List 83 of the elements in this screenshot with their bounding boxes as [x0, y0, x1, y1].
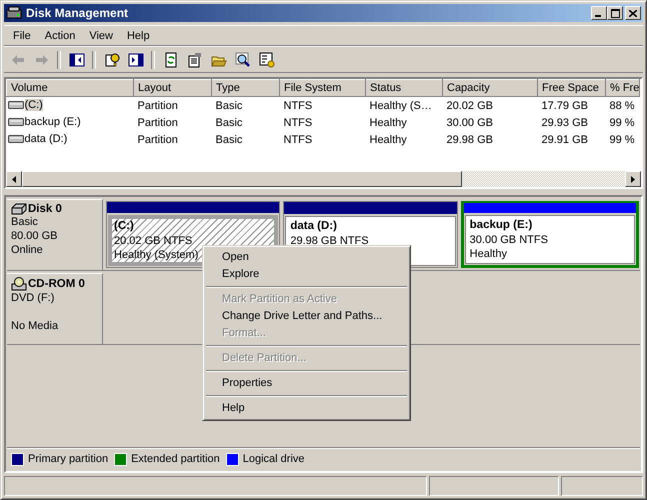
- partition-status: Healthy (System): [114, 248, 198, 262]
- table-cell-text: 99 %: [608, 116, 636, 130]
- help-icon: [104, 52, 120, 68]
- drive-icon: [8, 116, 24, 126]
- drive-icon: [8, 100, 24, 110]
- disk-info: 80.00 GB: [11, 229, 58, 243]
- column-header[interactable]: % Fre: [606, 80, 640, 96]
- right-arrow-icon: [631, 176, 635, 182]
- table-cell-text: 99 %: [608, 132, 636, 148]
- maximize-button[interactable]: [607, 6, 623, 20]
- partition-name: backup (E:): [470, 218, 534, 233]
- maximize-icon: [610, 8, 620, 18]
- partition-status: Healthy: [470, 247, 507, 261]
- disk-name: Disk 0: [28, 203, 62, 215]
- horizontal-scrollbar[interactable]: [6, 171, 641, 187]
- column-header[interactable]: File System: [280, 80, 366, 96]
- partition-size: 30.00 GB NTFS: [470, 233, 548, 247]
- column-header[interactable]: Type: [212, 80, 280, 96]
- disk-info: Online: [11, 243, 44, 257]
- disk-info: No Media: [11, 319, 60, 333]
- search-icon: [234, 52, 250, 68]
- table-cell: Healthy (S…: [366, 96, 442, 114]
- pane-toggle-icon: [128, 52, 144, 68]
- legend-label: Extended partition: [131, 453, 220, 465]
- table-cell: data (D:): [6, 131, 134, 148]
- close-icon: [629, 10, 637, 16]
- table-cell: Partition: [134, 96, 212, 114]
- table-cell-text: 29.93 GB: [540, 116, 589, 130]
- extended-partition-frame[interactable]: backup (E:) 30.00 GB NTFS Healthy: [460, 201, 639, 268]
- column-header[interactable]: Volume: [6, 80, 134, 96]
- table-cell-text: Healthy: [368, 132, 408, 148]
- window-title: Disk Management: [26, 6, 130, 20]
- partition-size: 20.02 GB NTFS: [114, 234, 192, 248]
- table-cell-text: Partition: [136, 116, 179, 130]
- table-cell: backup (E:): [6, 114, 134, 131]
- menu-item[interactable]: Help: [205, 400, 408, 417]
- column-header[interactable]: Free Space: [538, 80, 606, 96]
- partition-size: 29.98 GB NTFS: [290, 234, 369, 248]
- partition-name: data (D:): [290, 219, 338, 234]
- disk-icon: [6, 5, 22, 21]
- legend-label: Logical drive: [242, 453, 305, 465]
- table-cell: Basic: [212, 96, 280, 114]
- column-header[interactable]: Layout: [134, 80, 212, 96]
- table-cell-text: NTFS: [282, 132, 314, 148]
- table-cell-text: NTFS: [282, 116, 314, 130]
- table-cell-text: 29.98 GB: [446, 132, 494, 148]
- table-cell-text: Partition: [136, 132, 179, 148]
- menu-item[interactable]: File: [6, 30, 38, 42]
- table-cell: (C:): [6, 96, 134, 114]
- table-cell: 88 %: [606, 96, 640, 114]
- close-button[interactable]: [625, 6, 641, 20]
- menu-item[interactable]: Properties: [205, 375, 408, 392]
- disk-info: DVD (F:): [11, 291, 56, 305]
- minimize-button[interactable]: [591, 6, 607, 20]
- disk-info: Basic: [11, 215, 39, 229]
- table-cell-text: Healthy: [368, 116, 408, 130]
- disk-label-panel[interactable]: CD-ROM 0 DVD (F:) No Media: [7, 273, 103, 344]
- properties-icon: [186, 52, 202, 68]
- hard-disk-icon: [11, 203, 27, 215]
- column-header[interactable]: Status: [366, 80, 442, 96]
- column-header[interactable]: Capacity: [442, 80, 538, 96]
- disk-name: CD-ROM 0: [28, 278, 85, 290]
- table-cell-text: 30.00 GB: [446, 116, 494, 130]
- drive-icon: [8, 134, 24, 144]
- table-cell-text: 29.91 GB: [540, 132, 589, 148]
- menu-item[interactable]: Explore: [205, 266, 408, 283]
- table-cell: NTFS: [280, 96, 366, 114]
- partition-name: (C:): [114, 219, 135, 234]
- document-icon: [258, 52, 274, 68]
- menu-item[interactable]: Change Drive Letter and Paths...: [205, 308, 408, 325]
- pane-toggle-icon: [68, 52, 84, 68]
- menu-item[interactable]: Help: [120, 30, 157, 42]
- menu-item[interactable]: Action: [38, 30, 82, 42]
- cd-drive-icon: [11, 277, 27, 291]
- disk-label-panel[interactable]: Disk 0 Basic 80.00 GB Online: [7, 199, 103, 270]
- legend-label: Primary partition: [28, 453, 108, 465]
- menu-item[interactable]: View: [82, 30, 120, 42]
- table-cell: 17.79 GB: [538, 96, 606, 114]
- refresh-icon: [162, 52, 178, 68]
- table-cell-text: Basic: [214, 116, 244, 130]
- table-cell: 20.02 GB: [442, 96, 538, 114]
- table-cell-text: Basic: [214, 132, 244, 148]
- left-arrow-icon: [12, 176, 16, 182]
